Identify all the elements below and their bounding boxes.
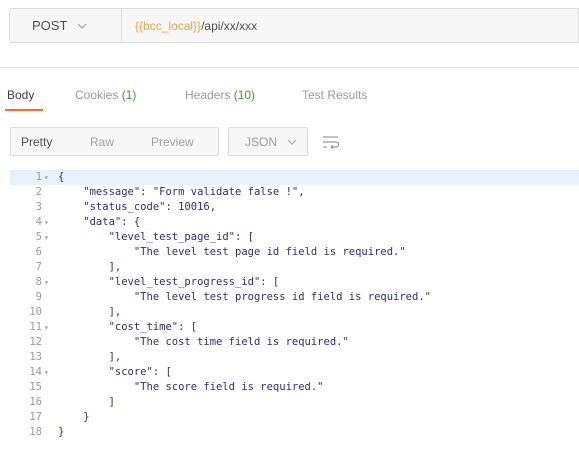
code-text: "level_test_page_id": [ (58, 231, 254, 243)
fold-toggle-icon[interactable]: ▾ (44, 215, 49, 230)
line-number: 5 (35, 231, 42, 243)
tab-body-label: Body (7, 88, 35, 102)
line-number: 8 (35, 276, 42, 288)
code-text: ], (58, 351, 122, 363)
code-text: "The score field is required." (58, 381, 324, 393)
code-line: 5 ▾ "level_test_page_id": [ (10, 230, 579, 245)
view-pretty-button[interactable]: Pretty (21, 135, 52, 149)
line-number: 18 (29, 426, 42, 438)
code-text: "The level test page id field is require… (58, 246, 406, 258)
line-number: 10 (29, 306, 42, 318)
code-line: 15 "The score field is required." (10, 380, 579, 395)
method-label: POST (32, 18, 68, 33)
code-text: } (58, 411, 90, 423)
code-text: "message": "Form validate false !", (58, 186, 305, 198)
code-line: 6 "The level test page id field is requi… (10, 245, 579, 260)
code-text: "cost_time": [ (58, 321, 198, 333)
code-line: 11 ▾ "cost_time": [ (10, 320, 579, 335)
code-line: 12 "The cost time field is required." (10, 335, 579, 350)
fold-toggle-icon[interactable]: ▾ (44, 320, 49, 335)
code-line: 16 ] (10, 395, 579, 410)
active-tab-indicator (5, 109, 43, 111)
line-number: 1 (35, 171, 42, 183)
format-select[interactable]: JSON (228, 127, 308, 156)
line-number: 12 (29, 336, 42, 348)
code-line: 7 ], (10, 260, 579, 275)
tab-body[interactable]: Body (7, 88, 34, 102)
line-number: 7 (35, 261, 42, 273)
url-variable: {{bcc_local}} (135, 18, 202, 33)
response-tabs: Body Cookies (1) Headers (10) Test Resul… (0, 82, 579, 112)
tab-headers-count: (10) (233, 88, 256, 102)
code-line: 4 ▾ "data": { (10, 215, 579, 230)
code-text: } (58, 426, 65, 438)
code-text: ] (58, 396, 115, 408)
fold-toggle-icon[interactable]: ▾ (44, 365, 49, 380)
tab-headers-label: Headers (185, 88, 231, 102)
tab-cookies[interactable]: Cookies (1) (75, 88, 136, 102)
fold-toggle-icon[interactable]: ▾ (44, 275, 49, 290)
code-line: 17 } (10, 410, 579, 425)
response-toolbar: Pretty Raw Preview JSON (0, 122, 579, 162)
tab-test-results[interactable]: Test Results (302, 88, 367, 102)
code-line: 14 ▾ "score": [ (10, 365, 579, 380)
line-number: 15 (29, 381, 42, 393)
url-path: /api/xx/xxx (201, 18, 258, 33)
code-text: ], (58, 306, 122, 318)
line-number: 3 (35, 201, 42, 213)
fold-toggle-icon[interactable]: ▾ (44, 170, 49, 185)
code-text: "level_test_progress_id": [ (58, 276, 280, 288)
line-number: 2 (35, 186, 42, 198)
code-text: "data": { (58, 216, 141, 228)
view-raw-button[interactable]: Raw (90, 135, 114, 149)
tab-test-results-label: Test Results (302, 88, 368, 102)
line-number: 13 (29, 351, 42, 363)
line-number: 6 (35, 246, 42, 258)
format-label: JSON (245, 134, 278, 149)
line-number: 4 (35, 216, 42, 228)
line-number: 14 (29, 366, 42, 378)
tab-headers[interactable]: Headers (10) (185, 88, 255, 102)
url-input[interactable]: {{bcc_local}}/api/xx/xxx (121, 8, 579, 43)
response-body-viewer[interactable]: 1 ▾{2 "message": "Form validate false !",… (10, 168, 579, 450)
code-line: 10 ], (10, 305, 579, 320)
chevron-down-icon (77, 20, 87, 32)
line-number: 17 (29, 411, 42, 423)
code-text: "The level test progress id field is req… (58, 291, 431, 303)
code-line: 3 "status_code": 10016, (10, 200, 579, 215)
code-line: 9 "The level test progress id field is r… (10, 290, 579, 305)
code-text: { (58, 171, 65, 183)
tab-cookies-label: Cookies (75, 88, 119, 102)
divider (0, 67, 579, 68)
view-preview-button[interactable]: Preview (151, 135, 194, 149)
code-line: 13 ], (10, 350, 579, 365)
line-number: 9 (35, 291, 42, 303)
code-text: "score": [ (58, 366, 172, 378)
code-text: "The cost time field is required." (58, 336, 349, 348)
code-text: "status_code": 10016, (58, 201, 217, 213)
method-select[interactable]: POST (9, 8, 121, 43)
line-number: 11 (29, 321, 42, 333)
code-text: ], (58, 261, 122, 273)
code-line: 2 "message": "Form validate false !", (10, 185, 579, 200)
code-line: 8 ▾ "level_test_progress_id": [ (10, 275, 579, 290)
request-bar: POST {{bcc_local}}/api/xx/xxx (0, 0, 579, 50)
wrap-lines-icon[interactable] (316, 127, 346, 156)
fold-toggle-icon[interactable]: ▾ (44, 230, 49, 245)
chevron-down-icon (287, 136, 297, 148)
code-line: 1 ▾ { (10, 170, 579, 185)
line-number: 16 (29, 396, 42, 408)
view-mode-segmented: Pretty Raw Preview (10, 127, 219, 156)
tab-cookies-count: (1) (121, 88, 137, 102)
code-line: 18} (10, 425, 579, 440)
